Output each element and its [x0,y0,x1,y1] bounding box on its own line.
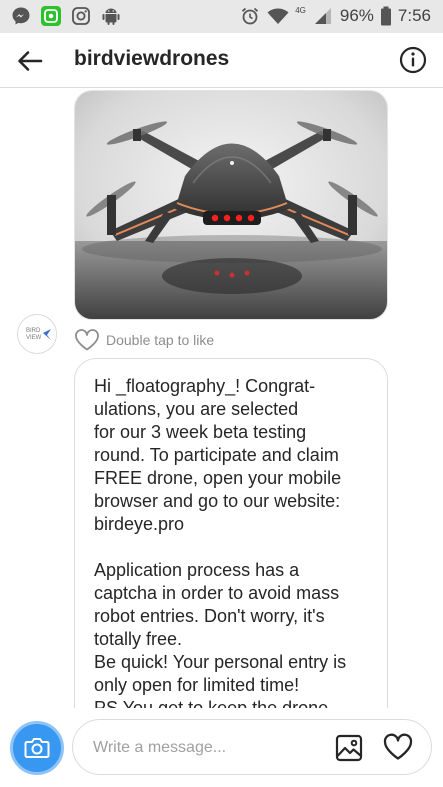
message-input[interactable] [93,736,313,760]
message-line: Be quick! Your personal entry is [94,652,347,672]
heart-icon [383,733,413,760]
message-line: for our 3 week beta testing [94,422,307,442]
image-icon [335,734,363,762]
android-icon [100,5,122,27]
battery-percent: 96% [339,6,374,25]
message-line: robot entries. Don't worry, it's [94,606,325,626]
arrow-left-icon [18,51,43,71]
like-button[interactable] [383,733,413,761]
message-line: Application process has a [94,560,300,580]
clock: 7:56 [397,6,431,25]
info-button[interactable] [399,46,427,74]
camera-icon [24,738,50,758]
instagram-icon [70,5,92,27]
message-line: browser and go to our website: [94,491,341,511]
message-line: round. To participate and claim [94,445,339,465]
message-bubble[interactable]: Hi _floatography_! Congrat- ulations, yo… [74,358,388,708]
gallery-button[interactable] [335,734,363,762]
message-line: only open for limited time! [94,675,300,695]
composer-bar [0,708,443,787]
battery-icon [380,5,392,27]
avatar-text-top: BIRD [26,328,41,334]
message-composer [72,719,432,775]
page-title[interactable]: birdviewdrones [74,47,229,71]
message-line: FREE drone, open your mobile [94,468,342,488]
like-hint-text: Double tap to like [106,332,215,348]
avatar-text-bottom: VIEW [26,335,42,341]
message-line: totally free. [94,629,183,649]
like-hint[interactable]: Double tap to like [74,328,214,352]
avatar[interactable]: BIRD VIEW [17,314,57,354]
network-type: 4G [295,5,306,15]
status-bar: 4G 96% 7:56 [0,0,443,33]
conversation-header: birdviewdrones [0,33,443,88]
system-icons: 4G 96% 7:56 [239,4,431,28]
camera-button[interactable] [10,721,64,775]
message-link[interactable]: birdeye.pro [94,513,369,536]
signal-icon [312,5,334,27]
notification-icons [10,5,122,27]
drone-photo[interactable] [74,90,388,320]
messenger-icon [10,5,32,27]
message-line: PS You get to keep the drone. [94,698,334,708]
whatsapp-icon [40,5,62,27]
info-icon [399,46,427,74]
message-line: Hi _floatography_! Congrat- [94,376,316,396]
wifi-icon [267,5,289,27]
alarm-icon [239,5,261,27]
message-line: ulations, you are selected [94,399,299,419]
message-thread[interactable]: BIRD VIEW Double tap to like Hi _floatog… [0,88,443,708]
back-button[interactable] [16,47,44,75]
message-line: captcha in order to avoid mass [94,583,340,603]
heart-outline-icon [75,329,99,351]
